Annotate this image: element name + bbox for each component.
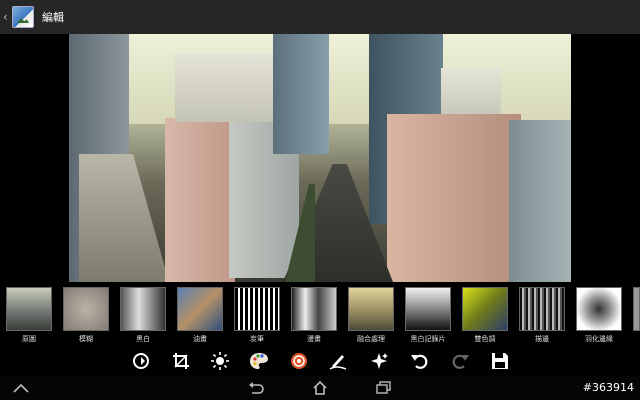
filter-item[interactable]: 雙色調 [462, 287, 508, 344]
filter-item[interactable]: 油畫 [177, 287, 223, 344]
filter-thumbnail [6, 287, 52, 331]
filter-label: 融合處理 [357, 335, 385, 343]
filter-thumbnail [462, 287, 508, 331]
gallery-photo-icon[interactable] [12, 6, 34, 28]
recent-apps-icon[interactable] [375, 380, 393, 396]
filter-thumbnail [633, 287, 640, 331]
filter-item[interactable]: 炭筆 [234, 287, 280, 344]
photo-building [387, 114, 521, 282]
photo-building [79, 154, 169, 282]
filter-thumbnail [405, 287, 451, 331]
brightness-icon[interactable] [209, 350, 231, 372]
filter-item[interactable]: 原圖 [6, 287, 52, 344]
chevron-left-icon[interactable]: ‹ [3, 10, 11, 24]
filter-thumbnail [291, 287, 337, 331]
rotate-effects-icon[interactable] [130, 350, 152, 372]
filter-label: 漫畫 [307, 335, 321, 343]
filter-label: 模糊 [79, 335, 93, 343]
filter-label: 描邊 [535, 335, 549, 343]
filter-label: 炭筆 [250, 335, 264, 343]
effects-icon[interactable] [288, 350, 310, 372]
redo-icon[interactable] [449, 350, 471, 372]
filter-item[interactable]: 羽化邊緣 [576, 287, 622, 344]
system-nav-bar: #363914 [0, 376, 640, 400]
home-icon[interactable] [311, 380, 329, 396]
sparkle-icon[interactable] [368, 350, 390, 372]
draw-icon[interactable] [327, 350, 349, 372]
filter-thumbnail [63, 287, 109, 331]
filter-item[interactable] [633, 287, 640, 331]
filter-thumbnail [576, 287, 622, 331]
save-icon[interactable] [489, 350, 511, 372]
back-icon[interactable] [247, 380, 265, 396]
photo-building [165, 118, 235, 282]
filter-label: 黑白記錄片 [410, 335, 446, 343]
filter-item[interactable]: 黑白記錄片 [405, 287, 451, 344]
edit-toolbar [0, 346, 640, 376]
filter-thumbnail [177, 287, 223, 331]
filter-strip: 原圖 模糊 黑白 油畫 炭筆 漫畫 融合處理 黑白記錄片 雙色調 描邊 羽化邊緣 [0, 282, 640, 346]
filter-item[interactable]: 漫畫 [291, 287, 337, 344]
page-title: 編輯 [42, 11, 64, 24]
photo-canvas[interactable] [69, 34, 571, 282]
undo-icon[interactable] [409, 350, 431, 372]
filter-thumbnail [348, 287, 394, 331]
caret-up-icon[interactable] [12, 380, 30, 396]
filter-item[interactable]: 融合處理 [348, 287, 394, 344]
photo-building [273, 34, 329, 154]
filter-label: 羽化邊緣 [585, 335, 613, 343]
filter-thumbnail [120, 287, 166, 331]
palette-icon[interactable] [248, 350, 270, 372]
filter-label: 雙色調 [474, 335, 496, 343]
filter-label: 黑白 [136, 335, 150, 343]
filter-thumbnail [234, 287, 280, 331]
filter-label: 原圖 [22, 335, 36, 343]
filter-label: 油畫 [193, 335, 207, 343]
filter-thumbnail [519, 287, 565, 331]
filter-item[interactable]: 黑白 [120, 287, 166, 344]
filter-item[interactable]: 描邊 [519, 287, 565, 344]
action-bar: ‹ 編輯 [0, 0, 640, 34]
filter-item[interactable]: 模糊 [63, 287, 109, 344]
watermark-id: #363914 [582, 381, 634, 394]
photo-building [509, 120, 571, 282]
crop-icon[interactable] [170, 350, 192, 372]
